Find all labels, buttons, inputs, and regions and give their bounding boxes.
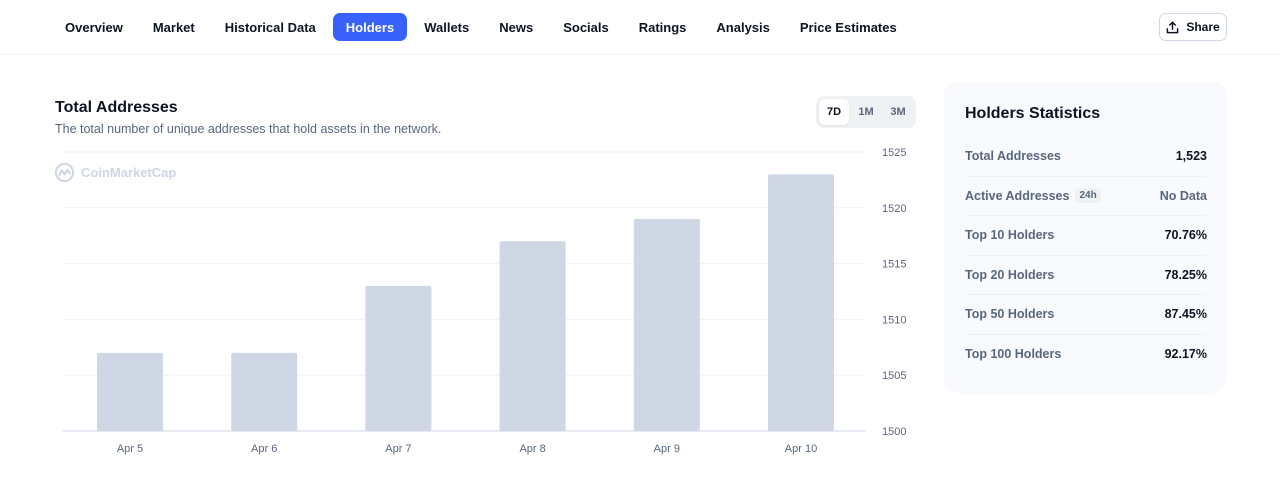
stats-row-top-10: Top 10 Holders 70.76%	[965, 216, 1207, 256]
stat-value: 87.45%	[1164, 307, 1207, 322]
nav-tabs: Overview Market Historical Data Holders …	[52, 13, 910, 41]
tab-market[interactable]: Market	[140, 13, 208, 41]
x-tick-label: Apr 8	[519, 443, 545, 455]
range-3m-button[interactable]: 3M	[883, 99, 913, 125]
x-tick-label: Apr 6	[251, 443, 277, 455]
stat-label: Top 50 Holders	[965, 307, 1055, 322]
share-label: Share	[1186, 20, 1220, 34]
y-tick-label: 1525	[882, 147, 906, 159]
y-tick-label: 1515	[882, 259, 906, 271]
stat-value: 1,523	[1175, 149, 1207, 164]
stats-row-top-50: Top 50 Holders 87.45%	[965, 295, 1207, 335]
tab-overview[interactable]: Overview	[52, 13, 136, 41]
stats-title: Holders Statistics	[965, 105, 1101, 122]
chart-watermark: CoinMarketCap	[54, 162, 176, 183]
stat-label: Total Addresses	[965, 149, 1061, 164]
stat-value: 70.76%	[1164, 228, 1207, 243]
coinmarketcap-logo-icon	[54, 162, 75, 183]
y-tick-label: 1500	[882, 426, 906, 438]
tab-holders[interactable]: Holders	[332, 13, 408, 41]
stats-row-top-20: Top 20 Holders 78.25%	[965, 256, 1207, 295]
x-tick-label: Apr 7	[385, 443, 411, 455]
y-tick-label: 1505	[882, 370, 906, 382]
stat-label: Top 20 Holders	[965, 267, 1055, 282]
chart-subtitle: The total number of unique addresses tha…	[55, 122, 442, 136]
tab-news[interactable]: News	[486, 13, 546, 41]
stat-value: 92.17%	[1164, 347, 1207, 362]
tab-analysis[interactable]: Analysis	[703, 13, 782, 41]
watermark-text: CoinMarketCap	[81, 165, 177, 180]
holders-statistics-card: Holders Statistics Total Addresses 1,523…	[944, 82, 1227, 393]
bar-apr-8[interactable]	[499, 241, 566, 431]
stat-value: 78.25%	[1164, 267, 1207, 282]
stats-row-top-100: Top 100 Holders 92.17%	[965, 335, 1207, 375]
bar-apr-9[interactable]	[633, 218, 700, 431]
tab-historical-data[interactable]: Historical Data	[212, 13, 329, 41]
share-icon	[1166, 21, 1179, 34]
tab-wallets[interactable]: Wallets	[411, 13, 482, 41]
bar-apr-5[interactable]	[97, 352, 163, 431]
x-tick-label: Apr 5	[117, 443, 143, 455]
x-tick-label: Apr 9	[654, 443, 680, 455]
stat-label-group: Active Addresses 24h	[965, 188, 1101, 204]
share-button[interactable]: Share	[1159, 13, 1227, 41]
tab-ratings[interactable]: Ratings	[626, 13, 700, 41]
stats-list: Total Addresses 1,523 Active Addresses 2…	[965, 137, 1207, 374]
bar-apr-10[interactable]	[768, 174, 834, 431]
stats-row-total-addresses: Total Addresses 1,523	[965, 137, 1207, 177]
total-addresses-chart: 1525 1520 1515 1510 1505 1500 Apr 5 Apr 6 Apr 7…	[63, 147, 906, 455]
stat-label: Top 100 Holders	[965, 347, 1062, 362]
stats-row-active-addresses: Active Addresses 24h No Data	[965, 177, 1207, 216]
tab-socials[interactable]: Socials	[550, 13, 622, 41]
stat-label: Top 10 Holders	[965, 228, 1055, 243]
range-1m-button[interactable]: 1M	[851, 99, 881, 125]
bar-apr-6[interactable]	[231, 352, 298, 431]
stat-label: Active Addresses	[965, 188, 1070, 203]
y-tick-label: 1510	[882, 314, 906, 326]
tab-price-estimates[interactable]: Price Estimates	[787, 13, 910, 41]
top-nav-bar: Overview Market Historical Data Holders …	[0, 0, 1280, 55]
y-tick-label: 1520	[882, 203, 906, 215]
bar-apr-7[interactable]	[365, 285, 432, 431]
range-toggle: 7D 1M 3M	[816, 96, 916, 128]
x-tick-label: Apr 10	[785, 443, 817, 455]
stat-value: No Data	[1159, 188, 1207, 203]
period-badge: 24h	[1075, 188, 1101, 204]
chart-title: Total Addresses	[55, 99, 178, 116]
range-7d-button[interactable]: 7D	[819, 99, 849, 125]
